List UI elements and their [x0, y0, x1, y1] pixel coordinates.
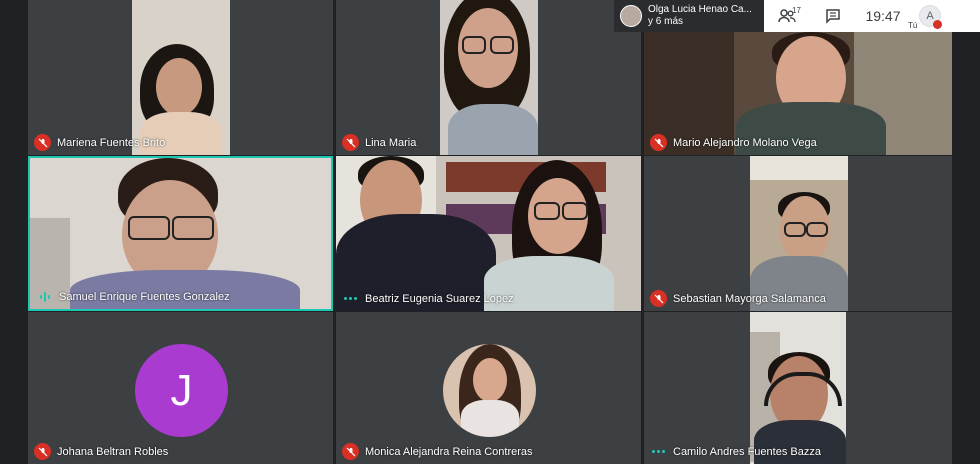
- more-options-icon: [342, 290, 359, 307]
- participant-video: [750, 312, 846, 464]
- join-notification[interactable]: Olga Lucia Henao Ca... y 6 más: [614, 0, 764, 32]
- more-options-icon: [650, 443, 667, 460]
- meeting-controls: 17 19:47 Tú A: [764, 0, 980, 32]
- mic-off-icon: [650, 134, 667, 151]
- mic-off-icon: [650, 290, 667, 307]
- participants-count: 17: [792, 6, 801, 15]
- participant-name: Monica Alejandra Reina Contreras: [365, 445, 533, 458]
- participant-video: [132, 0, 230, 155]
- avatar-initial: J: [170, 365, 193, 415]
- mic-off-icon: [933, 20, 942, 29]
- participants-button[interactable]: 17: [764, 0, 810, 32]
- participant-name: Sebastian Mayorga Salamanca: [673, 292, 826, 305]
- participant-tile-monica[interactable]: Monica Alejandra Reina Contreras: [336, 312, 641, 464]
- participant-name: Samuel Enrique Fuentes Gonzalez: [59, 290, 230, 303]
- mic-off-icon: [34, 134, 51, 151]
- participant-video: [30, 158, 331, 309]
- participant-tile-sebastian[interactable]: Sebastian Mayorga Salamanca: [644, 156, 952, 311]
- participant-tile-lina[interactable]: Lina Maria: [336, 0, 641, 155]
- speaking-icon: [36, 288, 53, 305]
- participant-name: Lina Maria: [365, 136, 417, 149]
- self-label: Tú: [908, 21, 918, 30]
- mic-off-icon: [342, 443, 359, 460]
- participant-tile-johana[interactable]: J Johana Beltran Robles: [28, 312, 333, 464]
- participant-name: Mariena Fuentes Brito: [57, 136, 166, 149]
- self-view[interactable]: Tú A: [908, 0, 950, 32]
- notification-title: Olga Lucia Henao Ca...: [648, 4, 752, 15]
- participant-name: Johana Beltran Robles: [57, 445, 169, 458]
- notification-subtitle: y 6 más: [648, 16, 684, 27]
- participant-tile-camilo[interactable]: Camilo Andres Fuentes Bazza: [644, 312, 952, 464]
- participant-video: [440, 0, 538, 155]
- mic-off-icon: [342, 134, 359, 151]
- participant-tile-samuel[interactable]: Samuel Enrique Fuentes Gonzalez: [28, 156, 333, 311]
- notification-avatar: [620, 5, 642, 27]
- mic-off-icon: [34, 443, 51, 460]
- participant-tile-beatriz[interactable]: Beatriz Eugenia Suarez Lopez: [336, 156, 641, 311]
- chat-button[interactable]: [810, 0, 856, 32]
- clock: 19:47: [865, 8, 901, 24]
- participant-video: [750, 156, 848, 311]
- participant-video: [336, 156, 641, 311]
- participant-name: Mario Alejandro Molano Vega: [673, 136, 817, 149]
- participant-name: Beatriz Eugenia Suarez Lopez: [365, 292, 514, 305]
- participant-avatar: J: [135, 344, 228, 437]
- participant-avatar: [443, 344, 536, 437]
- chat-icon: [826, 9, 840, 24]
- participant-tile-mario[interactable]: Mario Alejandro Molano Vega: [644, 32, 952, 155]
- participant-name: Camilo Andres Fuentes Bazza: [673, 445, 821, 458]
- participant-tile-mariena[interactable]: Mariena Fuentes Brito: [28, 0, 333, 155]
